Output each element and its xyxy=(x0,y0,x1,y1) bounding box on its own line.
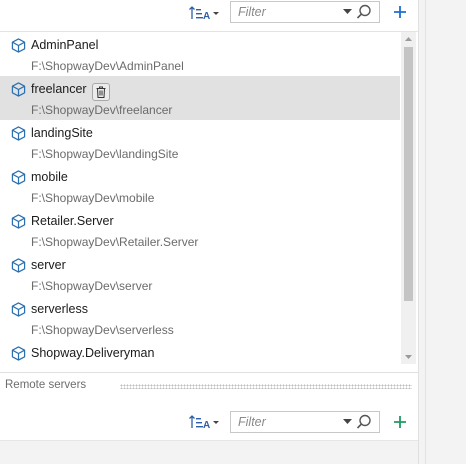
project-path: F:\ShopwayDev\landingSite xyxy=(31,147,179,161)
project-path: F:\ShopwayDev\serverless xyxy=(31,323,174,337)
project-name: serverless xyxy=(31,302,88,316)
chevron-down-icon xyxy=(342,419,352,424)
project-name: server xyxy=(31,258,66,272)
project-name: Shopway.Deliveryman xyxy=(31,346,155,360)
cube-icon xyxy=(11,38,26,53)
project-path: F:\ShopwayDev\freelancer xyxy=(31,103,173,117)
delete-project-button[interactable] xyxy=(92,83,110,101)
project-list-item[interactable]: Shopway.Deliveryman xyxy=(0,340,400,365)
remote-servers-title: Remote servers xyxy=(5,379,87,391)
local-projects-pane: A AdminPanel F:\Shopw xyxy=(0,0,418,372)
plus-icon xyxy=(394,416,406,428)
filter-dropdown-button[interactable] xyxy=(341,2,353,22)
scroll-up-button[interactable] xyxy=(401,32,416,46)
project-list-item[interactable]: mobile F:\ShopwayDev\mobile xyxy=(0,164,400,208)
project-list-item-selected[interactable]: freelancer F:\ShopwayDev\freelancer xyxy=(0,76,400,120)
plus-icon xyxy=(394,6,406,18)
svg-text:A: A xyxy=(203,420,210,431)
sort-alpha-icon: A xyxy=(189,415,219,431)
project-list: AdminPanel F:\ShopwayDev\AdminPanel free… xyxy=(0,31,418,365)
project-list-scrollbar[interactable] xyxy=(401,32,416,364)
cube-icon xyxy=(11,302,26,317)
remote-toolbar: A xyxy=(0,408,418,438)
local-toolbar: A xyxy=(0,0,418,30)
project-list-item[interactable]: serverless F:\ShopwayDev\serverless xyxy=(0,296,400,340)
cube-icon xyxy=(11,346,26,361)
trash-icon xyxy=(96,86,106,98)
filter-box xyxy=(230,1,380,23)
remote-filter-input[interactable] xyxy=(231,415,341,429)
scroll-thumb[interactable] xyxy=(404,47,413,301)
scroll-down-button[interactable] xyxy=(401,350,416,364)
project-path: F:\ShopwayDev\Retailer.Server xyxy=(31,235,199,249)
project-name: Retailer.Server xyxy=(31,214,114,228)
search-icon xyxy=(356,414,371,429)
project-list-item[interactable]: landingSite F:\ShopwayDev\landingSite xyxy=(0,120,400,164)
remote-sort-button[interactable]: A xyxy=(187,412,221,432)
remote-filter-dropdown-button[interactable] xyxy=(341,412,353,432)
cube-icon xyxy=(11,214,26,229)
project-name: landingSite xyxy=(31,126,93,140)
remote-filter-box xyxy=(230,411,380,433)
sort-alpha-icon: A xyxy=(189,6,219,22)
remote-servers-header: Remote servers xyxy=(0,372,418,398)
filter-input[interactable] xyxy=(231,5,341,19)
svg-text:A: A xyxy=(203,11,210,22)
chevron-down-icon xyxy=(405,355,412,359)
project-list-item[interactable]: AdminPanel F:\ShopwayDev\AdminPanel xyxy=(0,32,400,76)
add-project-button[interactable] xyxy=(391,3,409,21)
remote-filter-search-button[interactable] xyxy=(353,412,375,432)
section-grip[interactable] xyxy=(120,384,412,389)
chevron-up-icon xyxy=(405,37,412,41)
cube-icon xyxy=(11,126,26,141)
add-remote-server-button[interactable] xyxy=(391,413,409,431)
project-list-item[interactable]: Retailer.Server F:\ShopwayDev\Retailer.S… xyxy=(0,208,400,252)
project-path: F:\ShopwayDev\AdminPanel xyxy=(31,59,184,73)
cube-icon xyxy=(11,258,26,273)
search-icon xyxy=(356,4,371,19)
panel-divider xyxy=(425,0,426,464)
project-path: F:\ShopwayDev\server xyxy=(31,279,153,293)
cube-icon xyxy=(11,82,26,97)
sort-button[interactable]: A xyxy=(187,3,221,23)
project-name: AdminPanel xyxy=(31,38,99,52)
cube-icon xyxy=(11,170,26,185)
chevron-down-icon xyxy=(342,9,352,14)
project-name: mobile xyxy=(31,170,68,184)
remote-servers-list-area xyxy=(0,440,418,464)
project-list-item[interactable]: server F:\ShopwayDev\server xyxy=(0,252,400,296)
filter-search-button[interactable] xyxy=(353,2,375,22)
right-edge-panel xyxy=(418,0,466,464)
project-name: freelancer xyxy=(31,82,87,96)
project-path: F:\ShopwayDev\mobile xyxy=(31,191,155,205)
